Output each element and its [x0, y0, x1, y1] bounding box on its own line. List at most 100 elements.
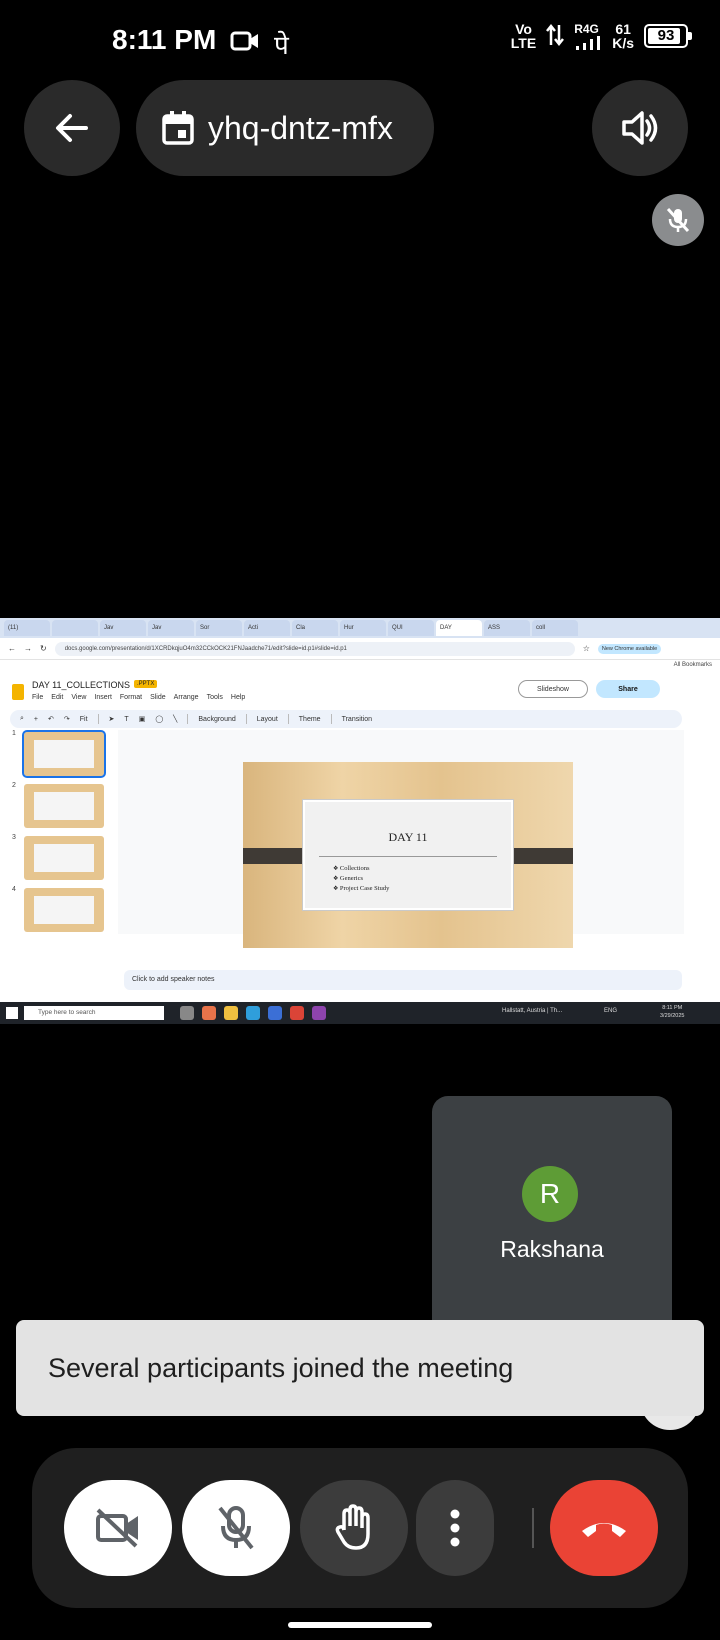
browser-tab[interactable]: Jav [148, 620, 194, 636]
menu-insert[interactable]: Insert [94, 694, 112, 701]
slide-thumbnail[interactable] [24, 784, 104, 828]
share-button[interactable]: Share [596, 680, 660, 698]
menu-tools[interactable]: Tools [207, 694, 223, 701]
menu-format[interactable]: Format [120, 694, 142, 701]
slide-canvas[interactable]: DAY 11 Collections Generics Project Case… [243, 762, 573, 948]
app-icon[interactable] [180, 1006, 194, 1020]
select-tool-icon[interactable]: ➤ [109, 715, 115, 723]
url-field[interactable]: docs.google.com/presentation/d/1XCRDkqju… [54, 641, 575, 656]
taskbar-clock[interactable]: 8:11 PM 3/29/2025 [660, 1004, 684, 1020]
browser-tab[interactable] [52, 620, 98, 636]
status-right: Vo LTE R4G 61 K/s 93 [511, 21, 692, 51]
browser-tab[interactable]: Sor [196, 620, 242, 636]
notification-toast: Several participants joined the meeting [16, 1320, 704, 1416]
end-call-button[interactable] [550, 1480, 658, 1576]
background-button[interactable]: Background [198, 716, 235, 723]
taskbar-search[interactable]: Type here to search [24, 1006, 164, 1020]
app-icon[interactable] [224, 1006, 238, 1020]
browser-tab[interactable]: Hur [340, 620, 386, 636]
slide-thumbnail[interactable] [24, 836, 104, 880]
network-type: R4G [574, 22, 599, 36]
back-button[interactable] [24, 80, 120, 176]
slide-thumbnail[interactable] [22, 730, 106, 778]
menu-arrange[interactable]: Arrange [174, 694, 199, 701]
signal-icon [576, 36, 601, 50]
chrome-icon[interactable] [290, 1006, 304, 1020]
menu-bar: File Edit View Insert Format Slide Arran… [32, 694, 245, 701]
transition-button[interactable]: Transition [342, 716, 372, 723]
raise-hand-button[interactable] [300, 1480, 408, 1576]
slide-thumbnail[interactable] [24, 888, 104, 932]
menu-slide[interactable]: Slide [150, 694, 166, 701]
redo-icon[interactable]: ↷ [64, 715, 70, 723]
menu-view[interactable]: View [71, 694, 86, 701]
camera-off-icon [96, 1508, 138, 1548]
more-vert-icon [450, 1509, 460, 1547]
browser-tab[interactable]: (11) [4, 620, 50, 636]
taskbar-language[interactable]: ENG [604, 1008, 617, 1014]
status-bar: 8:11 PM पे Vo LTE R4G 61 K/s 93 [0, 0, 720, 80]
battery-icon: 93 [644, 24, 692, 48]
windows-start-icon[interactable] [6, 1007, 18, 1019]
speaker-notes-field[interactable]: Click to add speaker notes [124, 970, 682, 990]
home-indicator[interactable] [288, 1622, 432, 1628]
calendar-icon [162, 111, 194, 145]
controls-divider [532, 1508, 534, 1548]
shape-tool-icon[interactable]: ◯ [155, 715, 163, 723]
menu-file[interactable]: File [32, 694, 43, 701]
new-chrome-badge[interactable]: New Chrome available [597, 643, 662, 654]
status-left-icons: पे [230, 26, 289, 62]
textbox-tool-icon[interactable]: T [124, 716, 128, 723]
bookmarks-bar: All Bookmarks [0, 660, 720, 674]
zoom-select[interactable]: Fit [80, 716, 88, 723]
browser-tab[interactable]: QUI [388, 620, 434, 636]
app-icon[interactable] [268, 1006, 282, 1020]
speaker-icon [622, 111, 658, 145]
data-arrows-icon [546, 23, 565, 49]
new-slide-icon[interactable]: + [34, 716, 38, 723]
app-icon[interactable] [202, 1006, 216, 1020]
edge-icon[interactable] [246, 1006, 260, 1020]
browser-tab-active[interactable]: DAY [436, 620, 482, 636]
slides-header: DAY 11_COLLECTIONS .PPTX File Edit View … [0, 674, 720, 708]
menu-help[interactable]: Help [231, 694, 245, 701]
doc-title[interactable]: DAY 11_COLLECTIONS [32, 680, 130, 690]
taskbar-news[interactable]: Hallstatt, Austria | Th... [502, 1008, 562, 1014]
layout-button[interactable]: Layout [257, 716, 278, 723]
browser-tab[interactable]: ASS [484, 620, 530, 636]
signal-indicator: R4G [574, 22, 602, 50]
nav-forward-icon[interactable]: → [24, 644, 32, 653]
reload-icon[interactable]: ↻ [40, 644, 47, 653]
network-speed: 61 K/s [612, 21, 634, 51]
app-icon[interactable] [312, 1006, 326, 1020]
browser-tab[interactable]: Acti [244, 620, 290, 636]
participant-tile[interactable]: R Rakshana [432, 1096, 672, 1356]
bookmark-star-icon[interactable]: ☆ [583, 644, 590, 653]
call-controls [32, 1448, 688, 1608]
carrier-text: पे [274, 30, 289, 60]
video-call-icon [230, 28, 260, 61]
slideshow-button[interactable]: Slideshow [518, 680, 588, 698]
all-bookmarks[interactable]: All Bookmarks [674, 662, 712, 668]
line-tool-icon[interactable]: ╲ [173, 715, 177, 723]
browser-tabstrip: (11) Jav Jav Sor Acti Cla Hur QUI DAY AS… [0, 618, 720, 638]
browser-tab[interactable]: coll [532, 620, 578, 636]
browser-tab[interactable]: Jav [100, 620, 146, 636]
slide-title: DAY 11 [388, 830, 428, 844]
nav-back-icon[interactable]: ← [8, 644, 16, 653]
more-options-button[interactable] [416, 1480, 494, 1576]
mic-toggle-button[interactable] [182, 1480, 290, 1576]
mic-off-icon [666, 207, 690, 233]
search-menus-icon[interactable]: ⌕ [20, 715, 24, 723]
slide-thumbnails: 1 2 3 4 [8, 730, 106, 934]
image-tool-icon[interactable]: ▣ [139, 715, 146, 723]
menu-edit[interactable]: Edit [51, 694, 63, 701]
browser-tab[interactable]: Cla [292, 620, 338, 636]
slides-logo-icon[interactable] [12, 684, 24, 700]
camera-toggle-button[interactable] [64, 1480, 172, 1576]
meeting-info-button[interactable]: yhq-dntz-mfx [136, 80, 434, 176]
undo-icon[interactable]: ↶ [48, 715, 54, 723]
status-time: 8:11 PM [112, 24, 217, 55]
audio-output-button[interactable] [592, 80, 688, 176]
theme-button[interactable]: Theme [299, 716, 321, 723]
